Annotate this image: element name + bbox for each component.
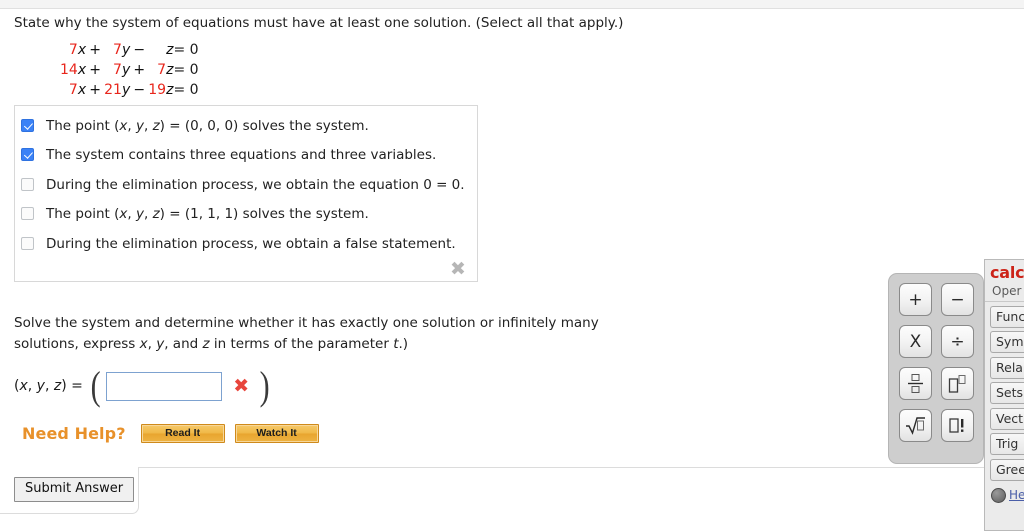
choice-row-1[interactable]: The system contains three equations and …: [15, 141, 477, 171]
equation-term-2: 7y: [113, 42, 131, 58]
answer-label: (x, y, z) =: [14, 378, 83, 394]
incorrect-x-icon: ✖: [233, 375, 250, 397]
answer-input[interactable]: [106, 371, 223, 401]
equation-term-3: 19z: [148, 82, 174, 98]
equation-operator-1: +: [89, 82, 101, 98]
calcpad-item-symbols[interactable]: Syml: [990, 331, 1024, 353]
calculator-keypad: + − X ÷: [888, 273, 984, 464]
equation-operator-1: +: [89, 42, 101, 58]
calcpad-item-relations[interactable]: Rela: [990, 356, 1024, 379]
checkbox-unchecked-icon[interactable]: [21, 207, 34, 221]
open-paren: (: [90, 363, 101, 408]
calcpad-help-link[interactable]: He: [991, 487, 1024, 503]
divide-icon[interactable]: ÷: [941, 325, 974, 358]
equation-term-1: 14x: [60, 62, 87, 78]
calcpad-item-greek[interactable]: Gree: [990, 458, 1024, 481]
submit-divider: [139, 467, 1024, 468]
equation-term-1: 7x: [68, 42, 87, 58]
assignment-page: State why the system of equations must h…: [0, 9, 1024, 531]
choice-label-3: The point (x, y, z) = (1, 1, 1) solves t…: [46, 206, 369, 223]
submit-card: Submit Answer: [0, 467, 139, 514]
equation-row: 14x + 7y + 7z = 0: [60, 61, 199, 81]
calcpad-item-sets[interactable]: Sets: [990, 382, 1024, 404]
choice-row-2[interactable]: During the elimination process, we obtai…: [15, 170, 477, 200]
watch-it-button[interactable]: Watch It: [234, 424, 319, 443]
choice-row-3[interactable]: The point (x, y, z) = (1, 1, 1) solves t…: [15, 200, 477, 230]
choice-row-0[interactable]: The point (x, y, z) = (0, 0, 0) solves t…: [15, 111, 477, 141]
equation-term-2: 7y: [113, 62, 131, 78]
choice-label-1: The system contains three equations and …: [46, 147, 437, 164]
calcpad-title: calc: [990, 263, 1024, 282]
equation-operator-2: −: [133, 42, 146, 58]
choice-label-0: The point (x, y, z) = (0, 0, 0) solves t…: [46, 117, 369, 134]
multiply-icon[interactable]: X: [899, 325, 932, 358]
minus-icon[interactable]: −: [941, 283, 974, 316]
checkbox-unchecked-icon[interactable]: [21, 177, 34, 191]
choice-label-4: During the elimination process, we obtai…: [46, 235, 456, 252]
equation-rhs: = 0: [173, 82, 199, 98]
submit-answer-button[interactable]: Submit Answer: [14, 477, 135, 502]
close-paren: ): [259, 363, 270, 408]
question-1-prompt: State why the system of equations must h…: [14, 15, 624, 31]
choice-group: The point (x, y, z) = (0, 0, 0) solves t…: [14, 105, 478, 282]
exponent-icon[interactable]: [941, 367, 974, 400]
equation-term-1: 7x: [68, 82, 87, 98]
equation-row: 7x + 21y − 19z = 0: [60, 81, 199, 101]
equation-operator-1: +: [89, 62, 101, 78]
equation-term-2: 21y: [104, 82, 131, 98]
equation-term-3: z: [166, 42, 174, 58]
checkbox-checked-icon[interactable]: [21, 118, 34, 132]
equation-rhs: = 0: [173, 62, 199, 78]
equation-system: 7x + 7y − z = 0 14x + 7y + 7z = 0 7x + 2…: [60, 41, 199, 101]
top-bar: [0, 0, 1024, 9]
equation-operator-2: −: [133, 82, 146, 98]
equation-rhs: = 0: [173, 42, 199, 58]
factorial-icon[interactable]: [941, 409, 974, 442]
need-help-label: Need Help?: [22, 424, 126, 443]
fraction-icon[interactable]: [899, 367, 932, 400]
equation-operator-2: +: [133, 62, 146, 78]
square-root-icon[interactable]: [899, 409, 932, 442]
incorrect-x-icon: ✖: [450, 258, 466, 280]
help-icon: [991, 487, 1006, 503]
calcpad-operations-header: Oper: [985, 284, 1024, 302]
equation-term-3: 7z: [157, 62, 174, 78]
question-2-prompt: Solve the system and determine whether i…: [14, 315, 599, 352]
calcpad-item-functions[interactable]: Func: [990, 305, 1024, 328]
plus-icon[interactable]: +: [899, 283, 932, 316]
need-help-row: Need Help? Read It Watch It: [22, 424, 329, 443]
answer-row: (x, y, z) = ( ✖ ): [14, 364, 271, 408]
calcpad-help-label: He: [1009, 488, 1024, 502]
calcpad-item-vectors[interactable]: Vect: [990, 407, 1024, 430]
checkbox-unchecked-icon[interactable]: [21, 236, 34, 250]
checkbox-checked-icon[interactable]: [21, 148, 34, 162]
calcpad-item-trig[interactable]: Trig: [990, 433, 1024, 455]
choice-label-2: During the elimination process, we obtai…: [46, 176, 465, 193]
choice-row-4[interactable]: During the elimination process, we obtai…: [15, 229, 477, 259]
read-it-button[interactable]: Read It: [140, 424, 225, 443]
calcpad-sidebar: calc Oper Func Syml Rela Sets Vect Trig …: [984, 259, 1024, 531]
equation-row: 7x + 7y − z = 0: [60, 41, 199, 61]
